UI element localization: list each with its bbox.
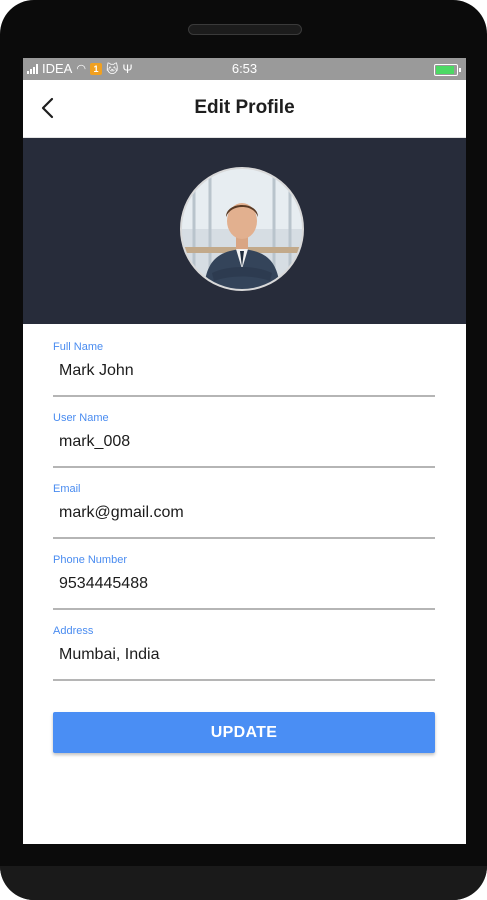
phone-speaker [188, 24, 302, 35]
full-name-field[interactable]: Full Name [53, 341, 435, 412]
phone-number-input[interactable] [59, 575, 429, 593]
status-time: 6:53 [231, 61, 258, 76]
phone-number-field[interactable]: Phone Number [53, 554, 435, 625]
full-name-input[interactable] [59, 362, 429, 380]
app-screen: IDEA ◠ 1 🐱︎ Ψ 6:53 Edit Profile Full Nam… [23, 58, 466, 844]
update-button[interactable]: UPDATE [53, 712, 435, 753]
profile-header [23, 138, 466, 324]
field-underline [53, 537, 435, 539]
phone-frame: IDEA ◠ 1 🐱︎ Ψ 6:53 Edit Profile Full Nam… [0, 0, 487, 900]
user-name-input[interactable] [59, 433, 429, 451]
email-field[interactable]: Email [53, 483, 435, 554]
field-underline [53, 608, 435, 610]
full-name-label: Full Name [53, 341, 104, 353]
phone-bottom-bezel [0, 866, 487, 900]
app-bar: Edit Profile [23, 80, 466, 138]
edit-profile-form: Full Name User Name Email Phone Number A [53, 341, 435, 696]
field-underline [53, 679, 435, 681]
address-field[interactable]: Address [53, 625, 435, 696]
email-label: Email [53, 483, 81, 495]
field-underline [53, 466, 435, 468]
profile-photo[interactable] [180, 167, 304, 291]
page-title: Edit Profile [194, 97, 295, 118]
address-label: Address [53, 625, 94, 637]
phone-number-label: Phone Number [53, 554, 127, 566]
email-input[interactable] [59, 504, 429, 522]
field-underline [53, 395, 435, 397]
user-name-field[interactable]: User Name [53, 412, 435, 483]
battery-icon [434, 64, 461, 76]
user-name-label: User Name [53, 412, 109, 424]
address-input[interactable] [59, 646, 429, 664]
status-bar: IDEA ◠ 1 🐱︎ Ψ 6:53 [23, 58, 466, 80]
avatar-illustration [182, 169, 302, 289]
